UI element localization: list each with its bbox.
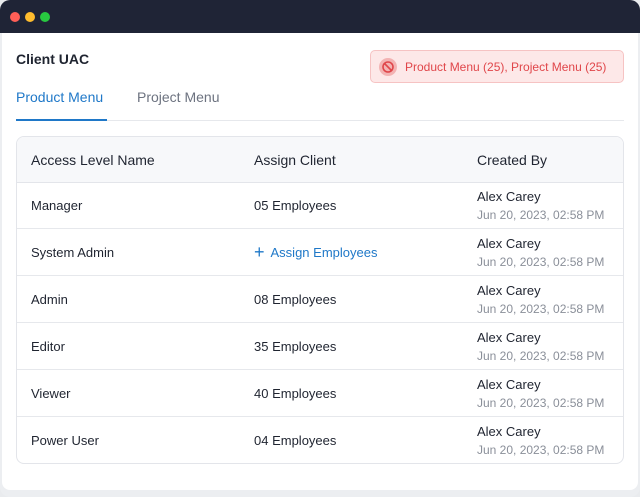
assign-employees-link[interactable]: + Assign Employees bbox=[254, 242, 378, 262]
table-row[interactable]: Manager 05 Employees Alex Carey Jun 20, … bbox=[17, 182, 623, 229]
access-level-name: Editor bbox=[31, 339, 65, 354]
no-access-icon bbox=[379, 58, 397, 76]
column-header-assign-client[interactable]: Assign Client bbox=[254, 152, 336, 168]
table-row[interactable]: Editor 35 Employees Alex Carey Jun 20, 2… bbox=[17, 323, 623, 370]
assigned-count: 04 Employees bbox=[254, 433, 337, 448]
assigned-count: 05 Employees bbox=[254, 198, 337, 213]
created-by-name: Alex Carey bbox=[477, 189, 541, 204]
main-panel: Client UAC Product Menu (25), Project Me… bbox=[2, 33, 638, 490]
created-at: Jun 20, 2023, 02:58 PM bbox=[477, 349, 605, 363]
table-row[interactable]: Power User 04 Employees Alex Carey Jun 2… bbox=[17, 417, 623, 463]
created-by-name: Alex Carey bbox=[477, 424, 541, 439]
tab-product-menu[interactable]: Product Menu bbox=[16, 89, 107, 121]
created-by-name: Alex Carey bbox=[477, 236, 541, 251]
access-level-name: Manager bbox=[31, 198, 83, 213]
access-level-name: System Admin bbox=[31, 245, 115, 260]
created-at: Jun 20, 2023, 02:58 PM bbox=[477, 208, 605, 222]
access-level-name: Viewer bbox=[31, 386, 71, 401]
assigned-count: 08 Employees bbox=[254, 292, 337, 307]
access-level-table: Access Level Name Assign Client Created … bbox=[16, 136, 624, 464]
table-header: Access Level Name Assign Client Created … bbox=[17, 137, 623, 183]
tab-bar: Product Menu Project Menu bbox=[16, 89, 624, 121]
close-window-button[interactable] bbox=[10, 12, 20, 22]
created-at: Jun 20, 2023, 02:58 PM bbox=[477, 302, 605, 316]
created-by-name: Alex Carey bbox=[477, 283, 541, 298]
column-header-access-level-name[interactable]: Access Level Name bbox=[31, 152, 155, 168]
column-header-created-by[interactable]: Created By bbox=[477, 152, 547, 168]
assigned-count: 40 Employees bbox=[254, 386, 337, 401]
access-summary-badge: Product Menu (25), Project Menu (25) bbox=[370, 50, 624, 83]
assigned-count: 35 Employees bbox=[254, 339, 337, 354]
app-window: Client UAC Product Menu (25), Project Me… bbox=[0, 0, 640, 497]
maximize-window-button[interactable] bbox=[40, 12, 50, 22]
created-at: Jun 20, 2023, 02:58 PM bbox=[477, 443, 605, 457]
created-by-name: Alex Carey bbox=[477, 330, 541, 345]
assign-employees-label: Assign Employees bbox=[270, 245, 378, 260]
minimize-window-button[interactable] bbox=[25, 12, 35, 22]
table-row[interactable]: Viewer 40 Employees Alex Carey Jun 20, 2… bbox=[17, 370, 623, 417]
tab-project-menu[interactable]: Project Menu bbox=[137, 89, 219, 119]
created-by-name: Alex Carey bbox=[477, 377, 541, 392]
table-row[interactable]: System Admin + Assign Employees Alex Car… bbox=[17, 229, 623, 276]
access-level-name: Admin bbox=[31, 292, 68, 307]
badge-text: Product Menu (25), Project Menu (25) bbox=[405, 60, 607, 74]
access-level-name: Power User bbox=[31, 433, 99, 448]
page-title: Client UAC bbox=[16, 51, 90, 67]
table-row[interactable]: Admin 08 Employees Alex Carey Jun 20, 20… bbox=[17, 276, 623, 323]
created-at: Jun 20, 2023, 02:58 PM bbox=[477, 255, 605, 269]
title-bar bbox=[0, 0, 640, 33]
created-at: Jun 20, 2023, 02:58 PM bbox=[477, 396, 605, 410]
plus-icon: + bbox=[254, 242, 265, 262]
